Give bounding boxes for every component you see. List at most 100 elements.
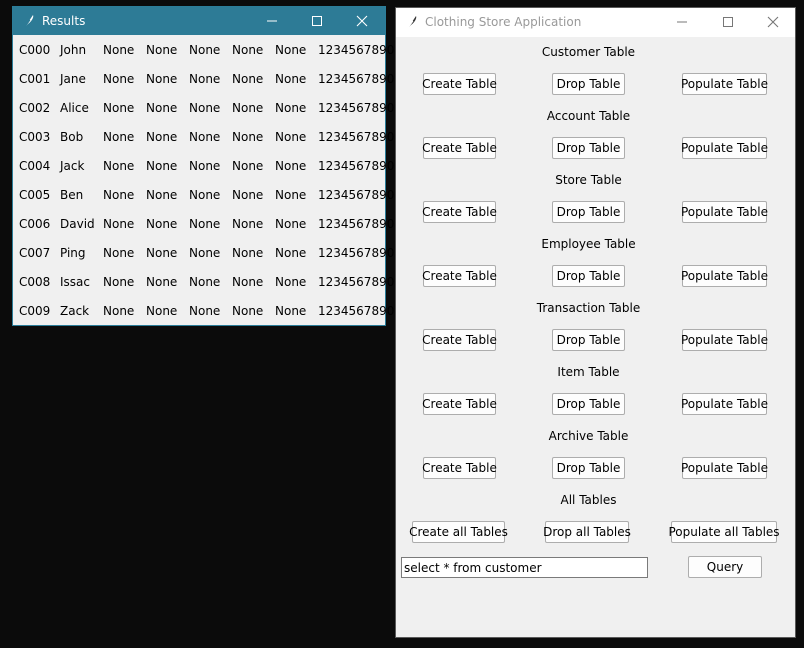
table-cell: None <box>275 72 307 86</box>
drop-customer-table-button[interactable]: Drop Table <box>552 73 625 95</box>
drop-employee-table-button[interactable]: Drop Table <box>552 265 625 287</box>
table-cell: C002 <box>19 101 51 115</box>
populate-transaction-table-button[interactable]: Populate Table <box>681 329 768 351</box>
table-cell: None <box>189 43 221 57</box>
table-row: C006 David None None None None None 1234567890 <box>13 210 394 239</box>
table-row: C009 Zack None None None None None 1234567890 <box>13 297 394 326</box>
drop-archive-table-button[interactable]: Drop Table <box>552 457 625 479</box>
query-input[interactable] <box>401 557 648 578</box>
table-cell: None <box>146 130 178 144</box>
create-item-table-button[interactable]: Create Table <box>422 393 497 415</box>
table-cell: None <box>232 101 264 115</box>
table-cell: 1234567890 <box>318 130 395 144</box>
maximize-icon[interactable] <box>294 7 340 35</box>
table-cell: None <box>275 275 307 289</box>
feather-icon <box>405 15 419 29</box>
item-table-label: Item Table <box>557 365 620 379</box>
populate-account-table-button[interactable]: Populate Table <box>681 137 768 159</box>
table-row: C000 John None None None None None 1234567890 <box>13 36 394 65</box>
create-employee-table-button[interactable]: Create Table <box>422 265 497 287</box>
drop-transaction-table-button[interactable]: Drop Table <box>552 329 625 351</box>
create-archive-table-button[interactable]: Create Table <box>422 457 497 479</box>
table-cell: C004 <box>19 159 51 173</box>
table-cell: 1234567890 <box>318 159 395 173</box>
table-cell: None <box>275 188 307 202</box>
minimize-icon[interactable] <box>659 8 705 36</box>
table-cell: None <box>146 188 178 202</box>
table-cell: 1234567890 <box>318 275 395 289</box>
populate-customer-table-button[interactable]: Populate Table <box>681 73 768 95</box>
table-cell: None <box>103 188 135 202</box>
table-cell: C007 <box>19 246 51 260</box>
table-cell: None <box>275 159 307 173</box>
table-cell: None <box>146 217 178 231</box>
table-cell: C009 <box>19 304 51 318</box>
table-cell: C001 <box>19 72 51 86</box>
table-cell: Zack <box>60 304 90 318</box>
table-cell: C000 <box>19 43 51 57</box>
table-cell: None <box>232 159 264 173</box>
drop-account-table-button[interactable]: Drop Table <box>552 137 625 159</box>
table-cell: None <box>189 72 221 86</box>
table-cell: 1234567890 <box>318 217 395 231</box>
maximize-icon[interactable] <box>705 8 751 36</box>
table-cell: None <box>146 159 178 173</box>
create-store-table-button[interactable]: Create Table <box>422 201 497 223</box>
query-button[interactable]: Query <box>688 556 762 578</box>
table-cell: None <box>146 304 178 318</box>
populate-store-table-button[interactable]: Populate Table <box>681 201 768 223</box>
drop-store-table-button[interactable]: Drop Table <box>552 201 625 223</box>
table-cell: None <box>232 246 264 260</box>
table-cell: None <box>232 275 264 289</box>
table-row: C005 Ben None None None None None 1234567890 <box>13 181 394 210</box>
drop-all-tables-button[interactable]: Drop all Tables <box>543 521 631 543</box>
customer-table-label: Customer Table <box>541 45 636 59</box>
create-customer-table-button[interactable]: Create Table <box>422 73 497 95</box>
table-cell: None <box>275 43 307 57</box>
table-cell: None <box>189 188 221 202</box>
table-cell: None <box>103 43 135 57</box>
table-row: C001 Jane None None None None None 1234567890 <box>13 65 394 94</box>
drop-item-table-button[interactable]: Drop Table <box>552 393 625 415</box>
store-table-label: Store Table <box>555 173 622 187</box>
table-cell: None <box>232 130 264 144</box>
table-cell: None <box>275 101 307 115</box>
table-cell: Bob <box>60 130 84 144</box>
table-cell: None <box>103 246 135 260</box>
table-cell: None <box>232 188 264 202</box>
table-cell: None <box>232 217 264 231</box>
table-cell: None <box>189 246 221 260</box>
results-titlebar[interactable]: Results <box>13 7 385 35</box>
table-cell: 1234567890 <box>318 43 395 57</box>
table-cell: None <box>146 43 178 57</box>
app-titlebar[interactable]: Clothing Store Application <box>396 8 795 37</box>
table-cell: None <box>103 101 135 115</box>
table-row: C003 Bob None None None None None 1234567890 <box>13 123 394 152</box>
create-all-tables-button[interactable]: Create all Tables <box>409 521 508 543</box>
table-cell: None <box>189 159 221 173</box>
populate-archive-table-button[interactable]: Populate Table <box>681 457 768 479</box>
account-table-label: Account Table <box>546 109 631 123</box>
table-cell: Ben <box>60 188 84 202</box>
close-icon[interactable] <box>750 8 796 36</box>
populate-item-table-button[interactable]: Populate Table <box>681 393 768 415</box>
table-cell: None <box>189 275 221 289</box>
table-cell: None <box>146 72 178 86</box>
create-transaction-table-button[interactable]: Create Table <box>422 329 497 351</box>
table-row: C004 Jack None None None None None 1234567890 <box>13 152 394 181</box>
table-cell: Jack <box>60 159 85 173</box>
populate-all-tables-button[interactable]: Populate all Tables <box>668 521 780 543</box>
create-account-table-button[interactable]: Create Table <box>422 137 497 159</box>
populate-employee-table-button[interactable]: Populate Table <box>681 265 768 287</box>
table-cell: None <box>275 217 307 231</box>
table-cell: None <box>146 275 178 289</box>
table-cell: Ping <box>60 246 86 260</box>
minimize-icon[interactable] <box>249 7 295 35</box>
table-cell: None <box>103 130 135 144</box>
table-cell: None <box>189 101 221 115</box>
table-cell: Jane <box>60 72 86 86</box>
table-row: C008 Issac None None None None None 1234567890 <box>13 268 394 297</box>
archive-table-label: Archive Table <box>548 429 629 443</box>
close-icon[interactable] <box>339 7 385 35</box>
table-cell: None <box>146 101 178 115</box>
